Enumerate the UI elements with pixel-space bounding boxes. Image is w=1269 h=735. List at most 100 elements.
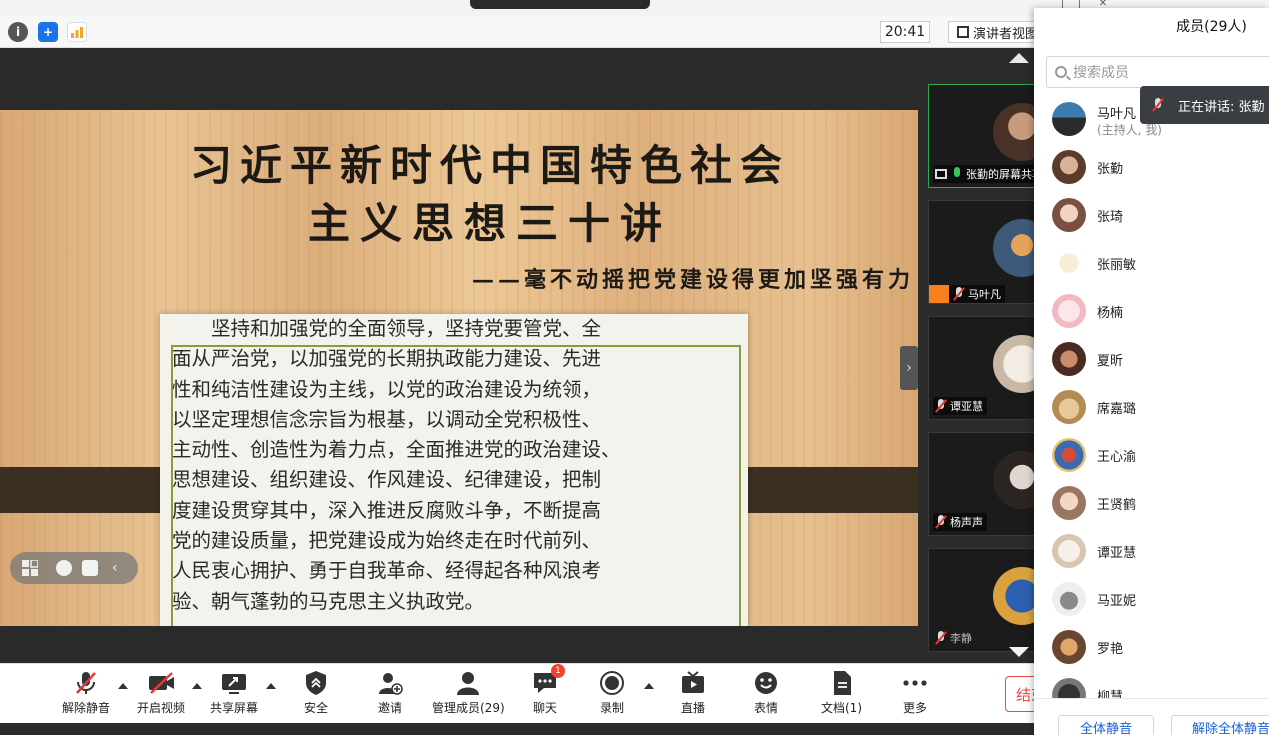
unmute-button[interactable]: 解除静音 [62,670,110,718]
share-screen-icon [221,670,247,696]
live-button[interactable]: 直播 [680,670,706,718]
avatar [1052,534,1086,568]
invite-button[interactable]: 邀请 [377,670,403,718]
video-gallery-column: 张勤的屏幕共享 马叶凡 谭亚慧 杨声声 李静 [918,48,1051,663]
avatar [1052,630,1086,664]
mic-muted-icon [935,399,947,413]
mic-muted-icon [935,631,947,645]
bottom-edge [0,723,1035,735]
avatar [1052,438,1086,472]
meeting-toolbar: 解除静音 开启视频 共享屏幕 安全 邀请 管理成员(29) 1 聊天 录制 直播… [0,663,1045,723]
chat-unread-badge: 1 [551,664,565,678]
mic-muted-icon [1152,98,1164,112]
more-button[interactable]: 更多 [902,670,928,718]
collapse-chevron-icon[interactable]: ‹ [112,560,128,576]
member-item[interactable]: 张琦 [1052,196,1269,240]
video-options-caret-icon[interactable] [192,683,202,689]
member-item[interactable]: 罗艳 [1052,628,1269,672]
record-button[interactable]: 录制 [599,670,625,718]
slide-body-line: 人民衷心拥护、勇于自我革命、经得起各种风浪考 [172,559,602,583]
apps-icon[interactable] [22,559,39,576]
share-screen-button[interactable]: 共享屏幕 [210,670,258,718]
meeting-status-bar: i + 20:41 演讲者视图 [0,16,1038,48]
more-dots-icon [902,670,928,696]
member-item[interactable]: 张勤 [1052,148,1269,192]
comment-icon[interactable] [82,560,98,576]
member-item[interactable]: 马亚妮 [1052,580,1269,624]
avatar [1052,246,1086,280]
view-switch-button[interactable]: 演讲者视图 [948,21,1038,43]
members-panel: 成员(29人) 搜索成员 马叶凡 (主持人, 我) 张勤 张琦 张丽敏 杨楠 夏… [1034,8,1269,735]
view-label: 演讲者视图 [973,26,1038,42]
scroll-up-icon[interactable] [1009,53,1029,63]
mic-muted-icon [935,515,947,529]
audio-options-caret-icon[interactable] [118,683,128,689]
share-options-caret-icon[interactable] [266,683,276,689]
speaking-indicator: 正在讲话: 张勤 [1140,86,1269,124]
reactions-button[interactable]: 表情 [753,670,779,718]
info-icon[interactable]: i [8,22,28,42]
slide-body-line: 验、朝气蓬勃的马克思主义执政党。 [172,589,485,613]
slide-paper-scroll: 坚持和加强党的全面领导，坚持党要管党、全 面从严治党，以加强党的长期执政能力建设… [160,314,748,626]
record-options-caret-icon[interactable] [644,683,654,689]
avatar [1052,342,1086,376]
search-icon [1055,66,1067,78]
shared-slide: 习近平新时代中国特色社会 主义思想三十讲 ——毫不动摇把党建设得更加坚强有力 坚… [0,110,918,626]
video-tile[interactable]: 马叶凡 [928,200,1051,304]
layout-icon [957,26,969,38]
scroll-down-icon[interactable] [1009,647,1029,657]
chat-button[interactable]: 1 聊天 [532,664,565,718]
slide-body-line: 坚持和加强党的全面领导，坚持党要管党、全 [172,317,602,340]
live-broadcast-icon [680,670,706,696]
slide-body-line: 党的建设质量，把党建设成为始终走在时代前列、 [172,529,602,553]
avatar [1052,486,1086,520]
speaking-text: 正在讲话: 张勤 [1178,99,1265,115]
member-item[interactable]: 杨楠 [1052,292,1269,336]
video-tile-name: 张勤的屏幕共享 [933,165,1037,183]
member-item[interactable]: 王贤鹤 [1052,484,1269,528]
avatar [1052,582,1086,616]
member-item[interactable]: 谭亚慧 [1052,532,1269,576]
slide-body-line: 度建设贯穿其中，深入推进反腐败斗争，不断提高 [172,498,602,522]
avatar [1052,294,1086,328]
documents-button[interactable]: 文档(1) [821,670,862,718]
slide-title-line2: 主义思想三十讲 [307,199,672,248]
chat-icon: 1 [532,664,565,696]
meeting-clock: 20:41 [880,21,930,43]
search-placeholder: 搜索成员 [1073,65,1129,81]
member-item[interactable]: 席嘉璐 [1052,388,1269,432]
members-panel-title: 成员(29人) [1176,19,1247,35]
video-tile[interactable]: 李静 [928,548,1051,652]
slide-body-line: 思想建设、组织建设、作风建设、纪律建设，把制 [172,468,602,492]
video-tile-name: 谭亚慧 [933,397,987,415]
signal-icon[interactable] [67,22,87,42]
start-video-button[interactable]: 开启视频 [137,670,185,718]
add-user-icon [377,670,403,696]
avatar [1052,150,1086,184]
smile-icon [753,670,779,696]
mute-all-button[interactable]: 全体静音 [1058,715,1154,735]
slide-subtitle: ——毫不动摇把党建设得更加坚强有力 [471,267,914,293]
manage-members-button[interactable]: 管理成员(29) [432,670,505,718]
video-tile[interactable]: 张勤的屏幕共享 [928,84,1051,188]
video-tile-name: 李静 [933,629,976,647]
scroll-rod-right [732,467,918,513]
unmute-all-button[interactable]: 解除全体静音 [1171,715,1269,735]
slide-body-line: 性和纯洁性建设为主线，以党的政治建设为统领， [172,377,602,401]
shield-icon[interactable]: + [38,22,58,42]
member-item[interactable]: 夏昕 [1052,340,1269,384]
emoji-icon[interactable] [56,560,72,576]
scroll-rod-left [0,467,180,513]
member-search-input[interactable]: 搜索成员 [1046,56,1269,88]
chevron-right-icon[interactable]: › [900,346,918,390]
video-tile[interactable]: 杨声声 [928,432,1051,536]
shared-screen-area: 习近平新时代中国特色社会 主义思想三十讲 ——毫不动摇把党建设得更加坚强有力 坚… [0,48,918,663]
host-icon [929,285,949,303]
slide-body-line: 主动性、创造性为着力点，全面推进党的政治建设、 [172,438,621,462]
member-item[interactable]: 王心渝 [1052,436,1269,480]
meeting-info-pill[interactable] [470,0,650,9]
video-tile[interactable]: 谭亚慧 [928,316,1051,420]
security-button[interactable]: 安全 [303,670,329,718]
member-item[interactable]: 张丽敏 [1052,244,1269,288]
avatar [1052,198,1086,232]
